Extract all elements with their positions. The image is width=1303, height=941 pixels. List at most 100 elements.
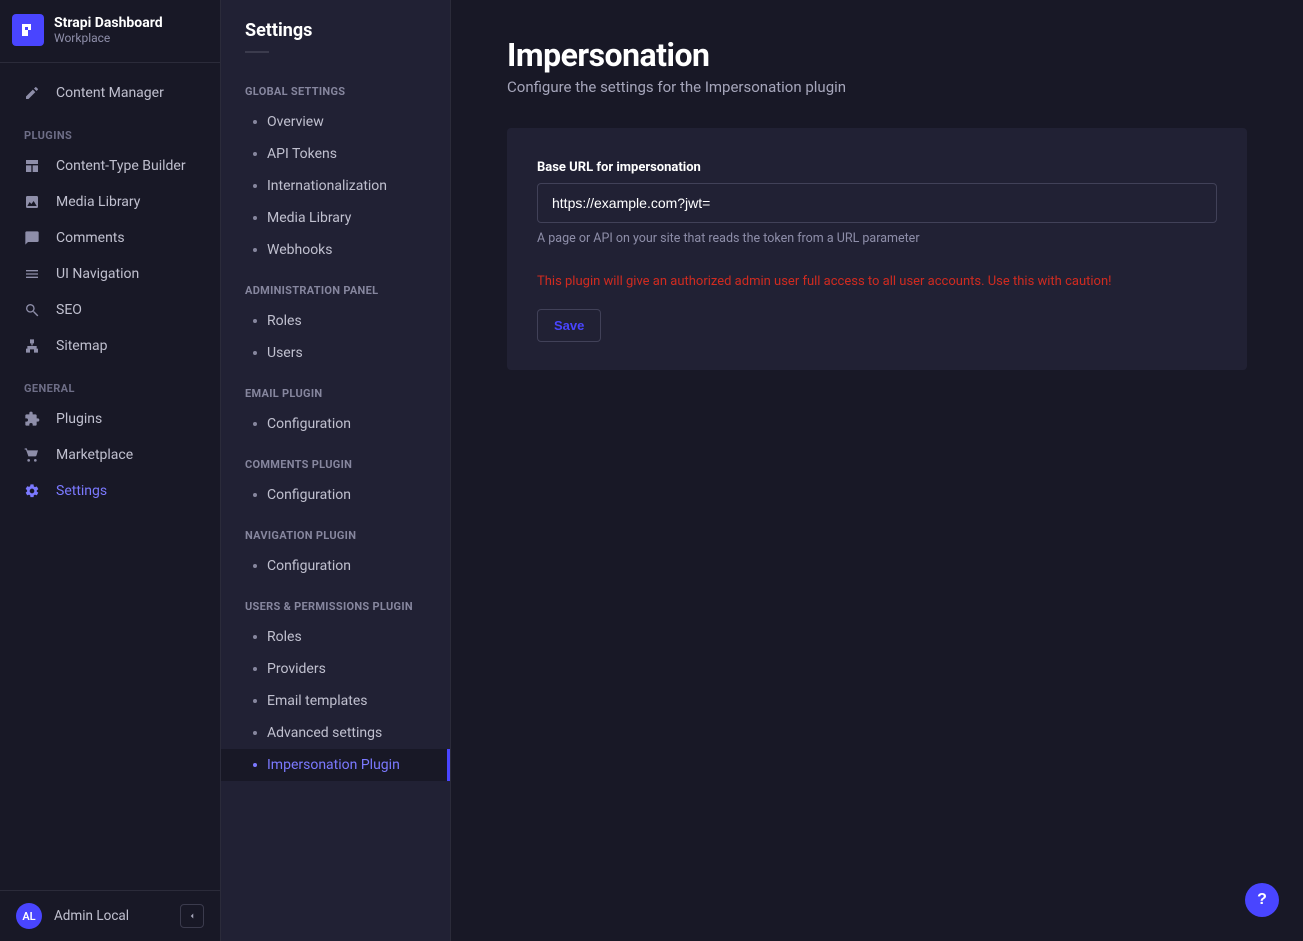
subnav-item-navigation-config[interactable]: Configuration [221,550,450,582]
nav-item-comments[interactable]: Comments [0,220,220,256]
subnav-item-roles[interactable]: Roles [221,305,450,337]
bullet-icon [253,351,257,355]
subnav-section-label: Comments Plugin [221,440,450,479]
nav-item-content-type-builder[interactable]: Content-Type Builder [0,148,220,184]
nav-item-ui-navigation[interactable]: UI Navigation [0,256,220,292]
sitemap-icon [24,338,40,354]
base-url-help: A page or API on your site that reads th… [537,231,1217,246]
bullet-icon [253,184,257,188]
subnav-item-label: Configuration [267,487,351,503]
bullet-icon [253,120,257,124]
subnav-item-media-library[interactable]: Media Library [221,202,450,234]
subnav-item-label: Overview [267,114,324,130]
bullet-icon [253,493,257,497]
sidebar-footer: AL Admin Local [0,890,220,941]
subnav-item-up-providers[interactable]: Providers [221,653,450,685]
nav-item-label: Comments [56,230,125,246]
bullet-icon [253,152,257,156]
bars-icon [24,266,40,282]
nav-item-media-library[interactable]: Media Library [0,184,220,220]
brand-block[interactable]: Strapi Dashboard Workplace [0,0,220,63]
nav-item-label: SEO [56,302,82,318]
search-icon [24,302,40,318]
bullet-icon [253,635,257,639]
subnav-item-email-config[interactable]: Configuration [221,408,450,440]
subnav-item-label: Roles [267,313,302,329]
page-title: Impersonation [507,36,1247,74]
bullet-icon [253,248,257,252]
subnav-item-webhooks[interactable]: Webhooks [221,234,450,266]
bullet-icon [253,731,257,735]
layout-icon [24,158,40,174]
bullet-icon [253,216,257,220]
avatar[interactable]: AL [16,903,42,929]
nav-item-marketplace[interactable]: Marketplace [0,437,220,473]
base-url-label: Base URL for impersonation [537,160,701,175]
base-url-input[interactable] [537,183,1217,223]
nav-item-settings[interactable]: Settings [0,473,220,509]
primary-sidebar: Strapi Dashboard Workplace Content Manag… [0,0,221,941]
settings-card: Base URL for impersonation A page or API… [507,128,1247,370]
bullet-icon [253,564,257,568]
subnav-item-label: Media Library [267,210,351,226]
primary-nav: Content Manager Plugins Content-Type Bui… [0,63,220,890]
nav-item-label: Content-Type Builder [56,158,186,174]
subnav-item-up-advanced[interactable]: Advanced settings [221,717,450,749]
help-fab-button[interactable]: ? [1245,883,1279,917]
subnav-section-label: Users & Permissions Plugin [221,582,450,621]
nav-item-content-manager[interactable]: Content Manager [0,75,220,111]
nav-item-plugins[interactable]: Plugins [0,401,220,437]
subnav-item-label: Users [267,345,303,361]
title-underline [245,51,269,53]
comments-icon [24,230,40,246]
subnav-item-label: Configuration [267,558,351,574]
settings-title: Settings [221,20,450,51]
subnav-item-label: Providers [267,661,326,677]
save-button[interactable]: Save [537,309,601,342]
subnav-item-up-roles[interactable]: Roles [221,621,450,653]
subnav-item-label: Roles [267,629,302,645]
subnav-section-label: Email Plugin [221,369,450,408]
nav-item-sitemap[interactable]: Sitemap [0,328,220,364]
subnav-item-users[interactable]: Users [221,337,450,369]
bullet-icon [253,667,257,671]
bullet-icon [253,699,257,703]
nav-section-general: General [0,364,220,401]
subnav-item-overview[interactable]: Overview [221,106,450,138]
bullet-icon [253,763,257,767]
page-subtitle: Configure the settings for the Impersona… [507,78,1247,96]
subnav-item-label: Advanced settings [267,725,382,741]
collapse-sidebar-button[interactable] [180,904,204,928]
nav-item-label: Content Manager [56,85,164,101]
subnav-item-label: Internationalization [267,178,387,194]
main-content: Impersonation Configure the settings for… [451,0,1303,941]
settings-sidebar: Settings Global SettingsOverviewAPI Toke… [221,0,451,941]
subnav-item-internationalization[interactable]: Internationalization [221,170,450,202]
image-icon [24,194,40,210]
pencil-icon [24,85,40,101]
nav-item-label: UI Navigation [56,266,139,282]
strapi-logo-icon [12,14,44,46]
nav-section-plugins: Plugins [0,111,220,148]
subnav-section-label: Administration Panel [221,266,450,305]
subnav-item-label: Email templates [267,693,368,709]
subnav-item-up-impersonation[interactable]: Impersonation Plugin [221,749,450,781]
gear-icon [24,483,40,499]
subnav-item-label: Configuration [267,416,351,432]
brand-title: Strapi Dashboard [54,15,163,32]
subnav-item-api-tokens[interactable]: API Tokens [221,138,450,170]
subnav-item-up-email-templates[interactable]: Email templates [221,685,450,717]
warning-text: This plugin will give an authorized admi… [537,274,1217,289]
chevron-left-icon [187,911,197,921]
bullet-icon [253,422,257,426]
subnav-item-label: Impersonation Plugin [267,757,400,773]
nav-item-label: Settings [56,483,107,499]
footer-user-name[interactable]: Admin Local [54,908,168,924]
nav-item-seo[interactable]: SEO [0,292,220,328]
nav-item-label: Media Library [56,194,140,210]
subnav-item-comments-config[interactable]: Configuration [221,479,450,511]
subnav-section-label: Navigation Plugin [221,511,450,550]
puzzle-icon [24,411,40,427]
bullet-icon [253,319,257,323]
subnav-item-label: Webhooks [267,242,333,258]
